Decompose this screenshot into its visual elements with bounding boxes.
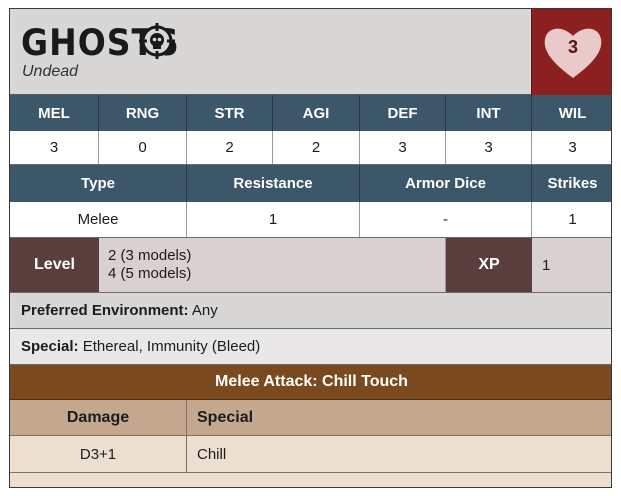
stat-value-row: 3 0 2 2 3 3 3: [10, 131, 611, 165]
stat-value-mel: 3: [10, 131, 99, 164]
stat-header-wil: WIL: [532, 95, 611, 131]
combat-header-row: Type Resistance Armor Dice Strikes: [10, 165, 611, 202]
stat-header-row: MEL RNG STR AGI DEF INT WIL: [10, 95, 611, 131]
damage-header: Damage: [10, 400, 187, 435]
stat-value-def: 3: [360, 131, 446, 164]
level-line-1: 2 (3 models): [108, 247, 192, 264]
health-value: 3: [567, 37, 578, 57]
armor-dice-header: Armor Dice: [360, 165, 532, 202]
stat-header-mel: MEL: [10, 95, 99, 131]
strikes-header: Strikes: [532, 165, 611, 202]
stat-header-rng: RNG: [99, 95, 187, 131]
attack-value-row: D3+1 Chill: [10, 436, 611, 487]
stat-value-wil: 3: [532, 131, 611, 164]
attack-value-band: D3+1 Chill: [10, 436, 611, 473]
resistance-value: 1: [187, 202, 360, 237]
type-header: Type: [10, 165, 187, 202]
preferred-environment-value: Any: [188, 302, 218, 319]
title-band: GHOSTS Undead 3: [10, 9, 611, 95]
xp-value: 1: [532, 238, 611, 292]
card-subtitle: Undead: [22, 63, 79, 80]
attack-special-value: Chill: [197, 445, 227, 463]
skull-target-icon: [139, 23, 175, 59]
type-value: Melee: [10, 202, 187, 237]
special-abilities: Special: Ethereal, Immunity (Bleed): [21, 329, 260, 364]
level-row: Level 2 (3 models) 4 (5 models) XP 1: [10, 238, 611, 293]
attack-title: Melee Attack: Chill Touch: [10, 365, 611, 400]
resistance-header: Resistance: [187, 165, 360, 202]
stat-value-int: 3: [446, 131, 532, 164]
level-label: Level: [10, 238, 99, 292]
special-header: Special: [197, 408, 254, 426]
level-line-2: 4 (5 models): [108, 265, 192, 282]
level-values: 2 (3 models) 4 (5 models): [99, 238, 446, 292]
strikes-value: 1: [532, 202, 611, 237]
stat-header-def: DEF: [360, 95, 446, 131]
stat-header-str: STR: [187, 95, 273, 131]
stat-header-int: INT: [446, 95, 532, 131]
special-value: Ethereal, Immunity (Bleed): [78, 338, 261, 355]
preferred-environment-row: Preferred Environment: Any: [10, 293, 611, 329]
special-label: Special:: [21, 338, 79, 355]
preferred-environment: Preferred Environment: Any: [21, 293, 218, 328]
stat-value-rng: 0: [99, 131, 187, 164]
damage-value: D3+1: [10, 436, 187, 472]
armor-dice-value: -: [360, 202, 532, 237]
special-row: Special: Ethereal, Immunity (Bleed): [10, 329, 611, 365]
stat-header-agi: AGI: [273, 95, 360, 131]
preferred-environment-label: Preferred Environment:: [21, 302, 189, 319]
health-box: 3: [531, 9, 611, 95]
attack-header-row: Damage Special: [10, 400, 611, 436]
stat-value-str: 2: [187, 131, 273, 164]
combat-value-row: Melee 1 - 1: [10, 202, 611, 238]
stat-value-agi: 2: [273, 131, 360, 164]
bestiary-card: GHOSTS Undead 3 MEL RNG STR AGI DEF INT …: [9, 8, 612, 488]
xp-label: XP: [446, 238, 532, 292]
